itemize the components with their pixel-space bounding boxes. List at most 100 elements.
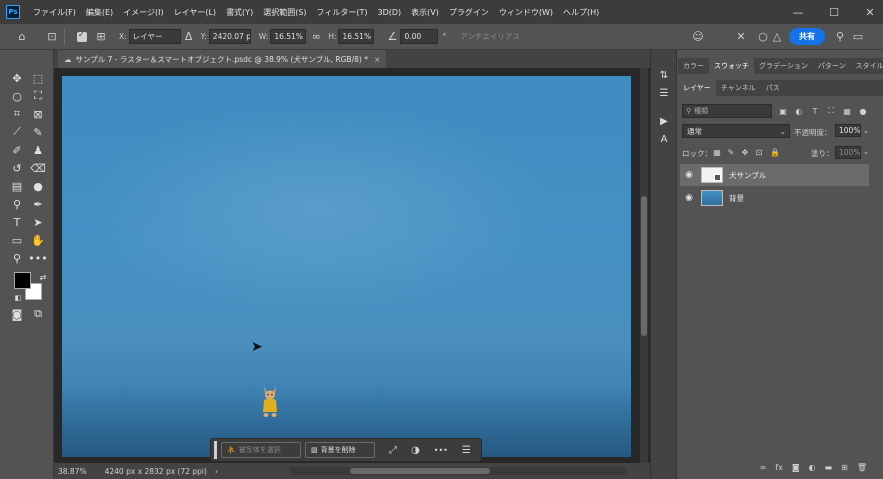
- canvas-area[interactable]: ➤: [54, 68, 650, 463]
- remove-background-button[interactable]: ▨ 背景を削除: [305, 442, 375, 458]
- link-icon[interactable]: ∞: [308, 30, 324, 43]
- frame-tool-icon[interactable]: ⊠: [30, 106, 46, 122]
- filter-adjustment-icon[interactable]: ◐: [794, 106, 804, 116]
- path-selection-tool-icon[interactable]: ➤: [30, 214, 46, 230]
- document-tab[interactable]: ☁ サンプル 7 - ラスター＆スマートオブジェクト.psdc @ 38.9% …: [58, 50, 387, 68]
- visibility-eye-icon[interactable]: ◉: [683, 193, 695, 203]
- reference-point-checkbox[interactable]: [77, 30, 87, 42]
- maximize-button[interactable]: ☐: [827, 6, 841, 19]
- more-options-button[interactable]: •••: [434, 446, 448, 455]
- menu-view[interactable]: 表示(V): [406, 7, 444, 18]
- foreground-color-swatch[interactable]: [14, 272, 31, 289]
- tab-gradients[interactable]: グラデーション: [754, 58, 813, 74]
- gradient-tool-icon[interactable]: ▤: [9, 178, 25, 194]
- history-brush-tool-icon[interactable]: ↺: [9, 160, 25, 176]
- select-subject-button[interactable]: ⛹ 被写体を選択: [221, 442, 301, 458]
- marquee-tool-icon[interactable]: ⬚: [30, 70, 46, 86]
- layer-name[interactable]: 背景: [729, 193, 744, 204]
- type-tool-icon[interactable]: T: [9, 214, 25, 230]
- delta-icon[interactable]: Δ: [181, 30, 197, 43]
- new-group-icon[interactable]: ▬: [825, 463, 833, 472]
- object-selection-tool-icon[interactable]: ⛶: [30, 88, 46, 104]
- tab-color[interactable]: カラー: [678, 58, 709, 74]
- h-field[interactable]: 16.51%: [338, 29, 375, 44]
- opacity-field[interactable]: 100%: [835, 124, 861, 137]
- horizontal-scrollbar[interactable]: [290, 467, 626, 475]
- pen-tool-icon[interactable]: ✒: [30, 196, 46, 212]
- cancel-transform-icon[interactable]: ✕: [733, 30, 749, 43]
- rectangle-tool-icon[interactable]: ▭: [9, 232, 25, 248]
- filter-smart-object-icon[interactable]: ▦: [842, 106, 852, 116]
- search-icon[interactable]: ⚲: [832, 30, 848, 43]
- tab-swatches[interactable]: スウォッチ: [709, 58, 754, 74]
- new-layer-icon[interactable]: ⊞: [841, 463, 848, 472]
- filter-shape-icon[interactable]: ⛶: [826, 106, 836, 116]
- tab-patterns[interactable]: パターン: [813, 58, 851, 74]
- lock-artboard-icon[interactable]: ⊡: [754, 147, 764, 157]
- fill-field[interactable]: 100%: [835, 146, 861, 159]
- tab-paths[interactable]: パス: [761, 80, 785, 96]
- hand-tool-icon[interactable]: ✋: [30, 232, 46, 248]
- layer-filter-search[interactable]: ⚲ 種類: [682, 104, 772, 118]
- home-icon[interactable]: ⌂: [14, 30, 30, 43]
- fill-chevron-icon[interactable]: ⌄: [863, 147, 869, 156]
- vertical-scroll-thumb[interactable]: [641, 196, 647, 336]
- w-field[interactable]: 16.51%: [270, 29, 307, 44]
- blend-mode-select[interactable]: 通常 ⌄: [682, 124, 790, 138]
- menu-file[interactable]: ファイル(F): [28, 7, 81, 18]
- screen-mode-icon[interactable]: ⧉: [30, 306, 46, 322]
- menu-edit[interactable]: 編集(E): [81, 7, 118, 18]
- lasso-tool-icon[interactable]: ○: [9, 88, 25, 104]
- close-window-button[interactable]: ✕: [863, 6, 877, 19]
- status-menu-arrow[interactable]: ›: [215, 467, 218, 476]
- share-button[interactable]: 共有: [789, 28, 825, 45]
- menu-help[interactable]: ヘルプ(H): [558, 7, 604, 18]
- quick-mask-icon[interactable]: ◙: [9, 306, 25, 322]
- horizontal-scroll-thumb[interactable]: [350, 468, 490, 474]
- adjustment-icon[interactable]: ◑: [411, 445, 420, 456]
- lock-transparent-icon[interactable]: ▦: [712, 147, 722, 157]
- play-actions-icon[interactable]: ▶: [657, 114, 671, 128]
- drag-handle[interactable]: [214, 441, 217, 459]
- blur-tool-icon[interactable]: ●: [30, 178, 46, 194]
- menu-window[interactable]: ウィンドウ(W): [494, 7, 558, 18]
- libraries-icon[interactable]: ⇅: [657, 68, 671, 82]
- zoom-level[interactable]: 38.87%: [58, 467, 87, 476]
- menu-filter[interactable]: フィルター(T): [312, 7, 373, 18]
- add-mask-icon[interactable]: ◙: [792, 463, 800, 472]
- close-tab-icon[interactable]: ×: [374, 55, 380, 64]
- minimize-button[interactable]: —: [791, 6, 805, 19]
- menu-plugins[interactable]: プラグイン: [444, 7, 494, 18]
- link-layers-icon[interactable]: ∞: [760, 463, 767, 472]
- x-field[interactable]: レイヤー: [128, 29, 181, 44]
- menu-select[interactable]: 選択範囲(S): [258, 7, 311, 18]
- more-tools-icon[interactable]: •••: [28, 250, 47, 266]
- brush-tool-icon[interactable]: ✐: [9, 142, 25, 158]
- zoom-tool-icon[interactable]: ⚲: [9, 250, 25, 266]
- menu-3d[interactable]: 3D(D): [373, 8, 407, 17]
- adjustments-icon[interactable]: ☰: [657, 86, 671, 100]
- move-tool-icon[interactable]: ✥: [9, 70, 25, 86]
- workspace-icon[interactable]: ▭: [850, 30, 866, 43]
- filter-type-icon[interactable]: T: [810, 106, 820, 116]
- document-canvas[interactable]: ➤: [62, 76, 631, 457]
- transform-preset-icon[interactable]: ⊡: [44, 30, 60, 43]
- dodge-tool-icon[interactable]: ⚲: [9, 196, 25, 212]
- fx-icon[interactable]: fx: [775, 463, 783, 472]
- layer-name[interactable]: 犬サンプル: [729, 170, 766, 181]
- eyedropper-tool-icon[interactable]: ⟋: [9, 124, 25, 140]
- dog-image[interactable]: [260, 384, 280, 418]
- default-colors-icon[interactable]: ◧: [10, 290, 26, 306]
- reference-point-icon[interactable]: ⊞: [93, 30, 109, 43]
- vertical-scrollbar[interactable]: [640, 68, 648, 463]
- lock-image-icon[interactable]: ✎: [726, 147, 736, 157]
- eraser-tool-icon[interactable]: ⌫: [30, 160, 46, 176]
- visibility-eye-icon[interactable]: ◉: [683, 170, 695, 180]
- menu-layer[interactable]: レイヤー(L): [169, 7, 221, 18]
- filter-pixel-icon[interactable]: ▣: [778, 106, 788, 116]
- warp-icon[interactable]: ☺: [690, 30, 706, 43]
- lock-position-icon[interactable]: ✥: [740, 147, 750, 157]
- bar-settings-icon[interactable]: ☰: [462, 445, 471, 456]
- transform-icon[interactable]: ⤢: [389, 445, 397, 456]
- lock-all-icon[interactable]: 🔒: [770, 147, 780, 157]
